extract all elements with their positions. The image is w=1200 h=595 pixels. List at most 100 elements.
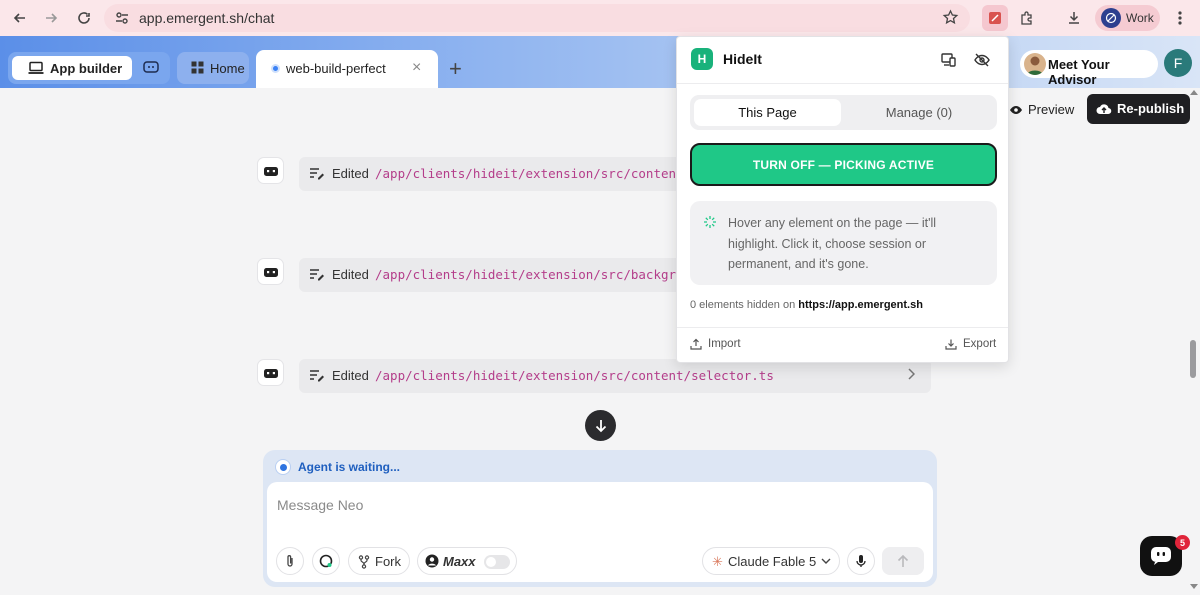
republish-button[interactable]: Re-publish xyxy=(1087,94,1190,124)
maxx-label: Maxx xyxy=(443,554,476,569)
edit-row[interactable]: Edited /app/clients/hideit/extension/src… xyxy=(299,359,931,393)
model-label: Claude Fable 5 xyxy=(728,554,817,569)
browser-toolbar: app.emergent.sh/chat Work xyxy=(0,0,1200,36)
cloud-upload-icon xyxy=(1096,102,1112,116)
tab-title: web-build-perfect xyxy=(286,61,386,76)
address-bar[interactable]: app.emergent.sh/chat xyxy=(104,4,970,32)
laptop-icon xyxy=(28,61,44,75)
import-label: Import xyxy=(708,338,741,350)
edit-verb: Edited xyxy=(332,267,369,282)
eye-off-icon[interactable] xyxy=(973,51,991,69)
attach-button[interactable] xyxy=(276,547,304,575)
site-info-icon[interactable] xyxy=(114,10,130,26)
tab-status-dot xyxy=(271,64,280,73)
new-tab-plus-icon[interactable]: + xyxy=(449,58,462,80)
maxx-switch[interactable] xyxy=(484,555,510,569)
app-builder-label: App builder xyxy=(50,61,123,76)
fork-button[interactable]: Fork xyxy=(348,547,410,575)
download-icon[interactable] xyxy=(1061,5,1087,31)
tab-manage[interactable]: Manage (0) xyxy=(845,99,993,126)
home-tab[interactable]: Home xyxy=(177,52,249,84)
advisor-avatar xyxy=(1024,53,1046,75)
close-icon[interactable]: × xyxy=(412,59,421,77)
arrow-up-icon xyxy=(897,554,909,567)
scroll-thumb[interactable] xyxy=(1190,340,1196,378)
scroll-down-arrow-icon[interactable] xyxy=(1190,584,1198,589)
turn-off-picking-button[interactable]: TURN OFF — PICKING ACTIVE xyxy=(690,143,997,186)
pointer-sparkle-icon xyxy=(703,215,717,229)
import-button[interactable]: Import xyxy=(690,338,741,350)
app-builder-button[interactable]: App builder xyxy=(12,56,132,80)
extension-hideit-icon[interactable] xyxy=(982,5,1008,31)
hidden-host: https://app.emergent.sh xyxy=(798,299,923,311)
advisor-label: Meet Your Advisor xyxy=(1048,57,1110,87)
extensions-puzzle-icon[interactable] xyxy=(1014,5,1040,31)
edit-file-path: /app/clients/hideit/extension/src/conten… xyxy=(375,368,774,383)
upload-icon xyxy=(690,338,702,350)
devices-icon[interactable] xyxy=(940,51,958,69)
chevron-down-icon xyxy=(821,558,831,565)
hideit-popup: H HideIt This Page Manage (0) TURN OFF —… xyxy=(676,36,1009,363)
tab-this-page[interactable]: This Page xyxy=(694,99,841,126)
chat-bot-icon xyxy=(1151,547,1171,565)
user-avatar[interactable]: F xyxy=(1164,49,1192,77)
scroll-down-button[interactable] xyxy=(585,410,616,441)
microphone-icon xyxy=(856,555,866,567)
app-header: App builder Home web-build-perfect × + M… xyxy=(0,36,1200,88)
arrow-down-icon xyxy=(595,419,606,432)
popup-divider xyxy=(677,83,1008,84)
republish-label: Re-publish xyxy=(1117,101,1185,116)
tab-web-build-perfect[interactable]: web-build-perfect × xyxy=(256,50,438,88)
grid-icon xyxy=(191,61,204,74)
edit-verb: Edited xyxy=(332,166,369,181)
hint-text: Hover any element on the page — it'll hi… xyxy=(728,216,937,271)
maxx-toggle[interactable]: Maxx xyxy=(417,547,517,575)
page-scrollbar[interactable] xyxy=(1188,90,1200,595)
forward-icon[interactable] xyxy=(41,8,61,28)
export-button[interactable]: Export xyxy=(945,338,996,350)
meet-advisor-button[interactable]: Meet Your Advisor xyxy=(1020,50,1158,87)
export-label: Export xyxy=(963,338,997,350)
edit-lines-icon xyxy=(309,369,325,382)
menu-dots-icon[interactable] xyxy=(1170,8,1190,28)
profile-label: Work xyxy=(1126,11,1154,25)
download-icon xyxy=(945,338,957,350)
user-circle-icon xyxy=(425,554,439,568)
fork-label: Fork xyxy=(375,554,401,569)
hint-box: Hover any element on the page — it'll hi… xyxy=(690,201,997,285)
reload-icon[interactable] xyxy=(74,8,94,28)
send-button[interactable] xyxy=(882,547,924,575)
agent-bot-icon xyxy=(257,258,284,285)
message-input[interactable] xyxy=(277,490,917,520)
popup-tabs: This Page Manage (0) xyxy=(690,95,997,130)
eye-icon xyxy=(1009,103,1023,117)
edit-file-path: /app/clients/hideit/extension/src/conten… xyxy=(375,166,684,181)
profile-chip[interactable]: Work xyxy=(1095,5,1160,31)
message-box: Fork Maxx ✳ Claude Fable 5 xyxy=(267,482,933,582)
home-tab-label: Home xyxy=(210,61,245,76)
agent-bot-icon xyxy=(257,157,284,184)
model-select[interactable]: ✳ Claude Fable 5 xyxy=(702,547,840,575)
edit-lines-icon xyxy=(309,167,325,180)
star-icon[interactable] xyxy=(942,9,959,26)
preview-button[interactable]: Preview xyxy=(1006,96,1082,124)
mic-button[interactable] xyxy=(847,547,875,575)
claude-sparkle-icon: ✳ xyxy=(712,554,723,569)
builder-toggle-group: App builder xyxy=(8,52,170,84)
github-button[interactable] xyxy=(312,547,340,575)
status-dot-icon xyxy=(275,459,291,475)
preview-label: Preview xyxy=(1028,102,1075,117)
fork-icon xyxy=(358,555,370,569)
popup-title: HideIt xyxy=(723,51,762,67)
edit-verb: Edited xyxy=(332,368,369,383)
hidden-count: 0 elements hidden on https://app.emergen… xyxy=(690,299,923,311)
agent-chat-icon[interactable] xyxy=(139,57,163,79)
back-icon[interactable] xyxy=(10,8,30,28)
scroll-up-arrow-icon[interactable] xyxy=(1190,90,1198,95)
popup-divider xyxy=(677,327,1008,328)
edit-lines-icon xyxy=(309,268,325,281)
edit-file-path: /app/clients/hideit/extension/src/backgr… xyxy=(375,267,684,282)
chevron-right-icon[interactable] xyxy=(907,368,915,380)
agent-status-text: Agent is waiting... xyxy=(298,460,401,474)
paperclip-icon xyxy=(287,555,293,567)
